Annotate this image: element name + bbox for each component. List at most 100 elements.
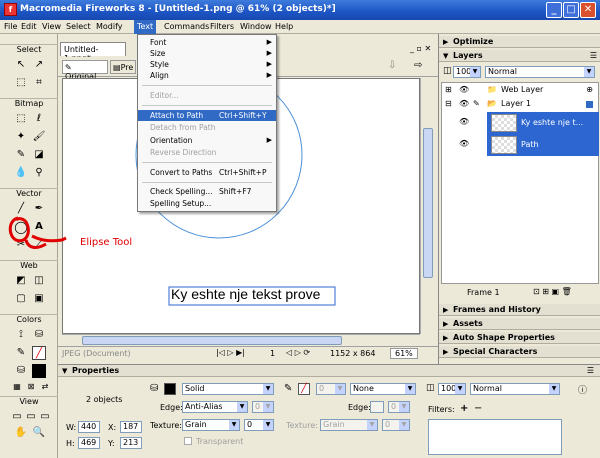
standard-screen-icon[interactable]: ▭ (10, 410, 24, 424)
playback-controls[interactable]: ◁ ▷ ⟳ (286, 348, 310, 357)
help-icon[interactable]: ⓘ (578, 383, 587, 396)
minimize-button[interactable]: _ (546, 2, 562, 18)
layer-blend-select[interactable]: Normal ▼ (485, 66, 595, 78)
object-row-text[interactable]: 👁 Ky eshte nje t... (441, 112, 599, 134)
show-slices-icon[interactable]: ▣ (32, 292, 46, 306)
doc-window-controls[interactable]: _ ▫ ✕ (410, 44, 431, 53)
zoom-select[interactable]: 61% (390, 348, 418, 359)
menu-item-attach-to-path[interactable]: Attach to Path Ctrl+Shift+Y (138, 110, 276, 121)
fill-texture-select[interactable]: Grain ▼ (182, 419, 240, 431)
properties-header[interactable]: ▼ Properties ☰ (58, 365, 600, 377)
magic-wand-icon[interactable]: ✦ (14, 130, 28, 144)
fullscreen-menus-icon[interactable]: ▭ (24, 410, 38, 424)
special-chars-header[interactable]: ▶ Special Characters (439, 346, 600, 358)
layer-opacity-field[interactable]: 100 ▼ (453, 66, 481, 78)
menu-commands[interactable]: Commands (164, 22, 209, 31)
add-filter-button[interactable]: + (460, 403, 468, 414)
object-opacity-field[interactable]: 100 ▼ (438, 383, 466, 395)
x-input[interactable]: 187 (120, 421, 142, 433)
menu-window[interactable]: Window (240, 22, 272, 31)
collapse-toggle-icon[interactable]: ⊟ (445, 98, 452, 110)
stroke-type-select[interactable]: None ▼ (350, 383, 416, 395)
fill-color-icon[interactable]: ⛁ (14, 364, 28, 378)
no-color-icon[interactable]: ⊠ (24, 380, 38, 394)
quick-export-icon[interactable]: ⇩ (388, 60, 396, 71)
eraser-tool-icon[interactable]: ◪ (32, 148, 46, 162)
eye-icon[interactable]: 👁 (459, 116, 469, 128)
brush-tool-icon[interactable]: 🖌 (32, 130, 46, 144)
layer-row-layer1[interactable]: ⊟ 👁 ✎ 📂 Layer 1 (441, 98, 599, 110)
menu-select[interactable]: Select (66, 22, 91, 31)
horizontal-scroll-thumb[interactable] (82, 336, 342, 345)
hide-slices-icon[interactable]: ▢ (14, 292, 28, 306)
assets-header[interactable]: ▶ Assets (439, 318, 600, 330)
eyedropper-icon[interactable]: ⟟ (14, 328, 28, 342)
menu-item-font[interactable]: Font ▶ (138, 37, 276, 48)
close-button[interactable]: ✕ (580, 2, 596, 18)
height-input[interactable]: 469 (78, 437, 100, 449)
paint-bucket-icon[interactable]: ⛁ (32, 328, 46, 342)
subselect-tool-icon[interactable]: ↗ (32, 58, 46, 72)
menu-file[interactable]: File (4, 22, 17, 31)
menu-item-size[interactable]: Size ▶ (138, 48, 276, 59)
scale-tool-icon[interactable]: ⬚ (14, 76, 28, 90)
object-blend-select[interactable]: Normal ▼ (470, 383, 560, 395)
layer-buttons[interactable]: ⊡ ⊞ ▣ 🗑 (533, 287, 572, 296)
vertical-scroll-thumb[interactable] (423, 128, 433, 278)
filters-list[interactable] (428, 419, 562, 455)
marquee-tool-icon[interactable]: ⬚ (14, 112, 28, 126)
menu-item-convert-to-paths[interactable]: Convert to Paths Ctrl+Shift+P (138, 167, 276, 178)
pointer-tool-icon[interactable]: ↖ (14, 58, 28, 72)
eye-icon[interactable]: 👁 (459, 84, 469, 96)
menu-text[interactable]: Text (134, 20, 157, 34)
frames-history-header[interactable]: ▶ Frames and History (439, 304, 600, 316)
fill-edge-select[interactable]: Anti-Alias ▼ (182, 401, 248, 413)
web-layer-lock-icon[interactable]: ⊕ (586, 84, 593, 96)
panel-options-icon[interactable]: ☰ (587, 365, 594, 377)
maximize-button[interactable]: □ (563, 2, 579, 18)
menu-filters[interactable]: Filters (210, 22, 234, 31)
frame-controls[interactable]: |◁ ▷ ▶| (216, 348, 245, 357)
menu-item-align[interactable]: Align ▶ (138, 70, 276, 81)
hotspot-tool-icon[interactable]: ◩ (14, 274, 28, 288)
stroke-swatch[interactable]: ╱ (32, 346, 46, 360)
zoom-tool-icon[interactable]: 🔍 (32, 426, 46, 440)
layer-row-web[interactable]: ⊞ 👁 📁 Web Layer ⊕ (441, 84, 599, 96)
pencil-tool-icon[interactable]: ✎ (14, 148, 28, 162)
collapse-toggle-icon[interactable]: ⊞ (445, 84, 452, 96)
stroke-color-icon[interactable]: ✎ (14, 346, 28, 360)
menu-item-check-spelling[interactable]: Check Spelling... Shift+F7 (138, 186, 276, 197)
fill-type-select[interactable]: Solid ▼ (182, 383, 274, 395)
y-input[interactable]: 213 (120, 437, 142, 449)
preview-browser-icon[interactable]: ⇨ (414, 60, 422, 71)
canvas-text-object[interactable]: Ky eshte nje tekst prove (171, 286, 320, 302)
rubber-stamp-icon[interactable]: ⚲ (32, 166, 46, 180)
fullscreen-icon[interactable]: ▭ (38, 410, 52, 424)
pencil-icon[interactable]: ✎ (473, 98, 480, 110)
swap-colors-icon[interactable]: ⇄ (38, 380, 52, 394)
menu-item-spelling-setup[interactable]: Spelling Setup... (138, 198, 276, 209)
stroke-color-swatch[interactable]: ╱ (298, 383, 310, 395)
fill-swatch[interactable] (32, 364, 46, 378)
menu-modify[interactable]: Modify (96, 22, 123, 31)
preview-view-button[interactable]: ▤Pre (110, 60, 136, 74)
menu-item-style[interactable]: Style ▶ (138, 59, 276, 70)
original-view-button[interactable]: ✎ Original (62, 60, 108, 81)
menu-help[interactable]: Help (275, 22, 293, 31)
fill-color-swatch[interactable] (164, 383, 176, 395)
app-icon[interactable]: f (4, 3, 17, 16)
lasso-tool-icon[interactable]: ℓ (32, 112, 46, 126)
menu-item-orientation[interactable]: Orientation ▶ (138, 135, 276, 146)
crop-tool-icon[interactable]: ⌗ (32, 76, 46, 90)
menu-view[interactable]: View (42, 22, 61, 31)
auto-shape-header[interactable]: ▶ Auto Shape Properties (439, 332, 600, 344)
eye-icon[interactable]: 👁 (459, 138, 469, 150)
eye-icon[interactable]: 👁 (459, 98, 469, 110)
object-row-path[interactable]: 👁 Path (441, 134, 599, 156)
fill-texture-amount[interactable]: 0 ▼ (244, 419, 274, 431)
remove-filter-button[interactable]: − (474, 403, 482, 414)
panel-options-icon[interactable]: ☰ (590, 50, 597, 62)
width-input[interactable]: 440 (78, 421, 100, 433)
hand-tool-icon[interactable]: ✋ (14, 426, 28, 440)
default-colors-icon[interactable]: ▦ (10, 380, 24, 394)
